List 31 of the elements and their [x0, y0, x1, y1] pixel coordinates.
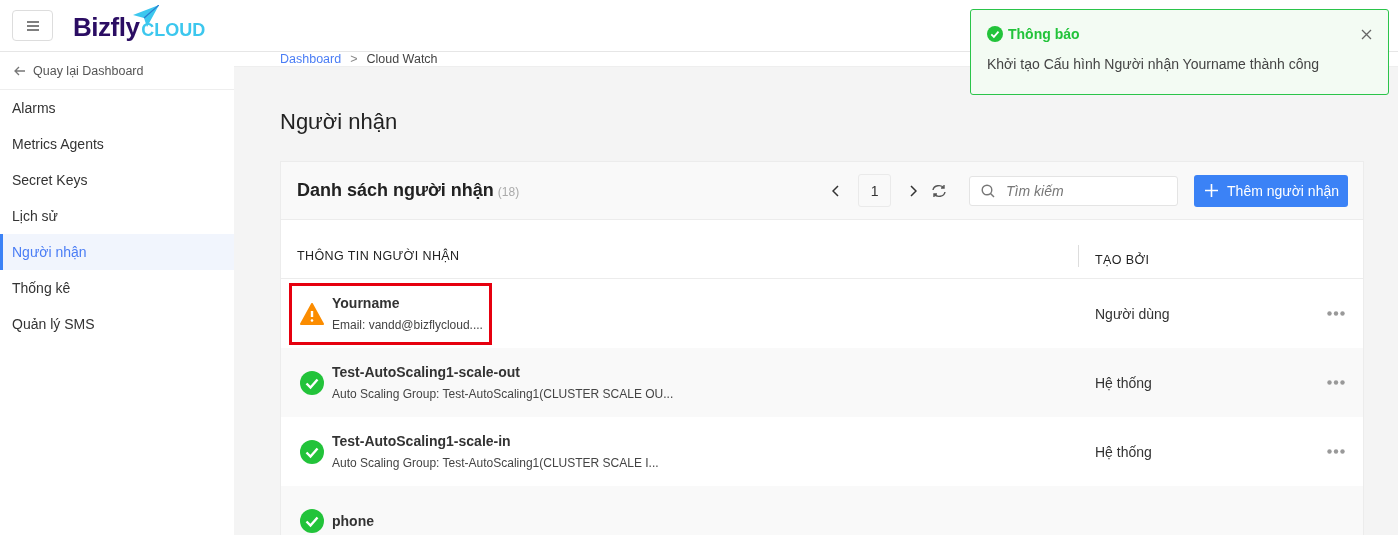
column-header: THÔNG TIN NGƯỜI NHẬN	[297, 247, 461, 263]
created-by-cell-text: Hệ thống	[1095, 443, 1153, 460]
recipient-name: Test-AutoScaling1-scale-in	[332, 433, 512, 449]
recipient-detail: Auto Scaling Group: Test-AutoScaling1(CLUSTER SCALE OU...	[332, 387, 674, 401]
count-label: (18)	[497, 185, 520, 199]
sidebar-item[interactable]: Quản lý SMS	[0, 306, 234, 342]
sidebar-item[interactable]: Lịch sử	[0, 198, 234, 234]
toast-message: Khởi tạo Cấu hình Người nhận Yourname thành công	[987, 56, 1321, 72]
sidebar-item[interactable]: Metrics Agents	[0, 126, 234, 162]
toast-title: Thông báo	[1008, 26, 1081, 42]
breadcrumb-link[interactable]: Dashboard	[280, 52, 342, 66]
created-by-cell-text: Hệ thống	[1095, 374, 1153, 391]
column-header: TẠO BỞI	[1078, 245, 1150, 267]
recipient-detail: Auto Scaling Group: Test-AutoScaling1(CLUSTER SCALE I...	[332, 456, 659, 470]
recipient-name: Yourname	[332, 295, 401, 311]
search-field[interactable]: Tìm kiếm	[969, 175, 1179, 206]
recipient-detail: Email: vandd@bizflycloud....	[332, 318, 483, 332]
logo: BizflyCLOUD	[73, 8, 206, 43]
recipient-name: Test-AutoScaling1-scale-out	[332, 364, 521, 380]
card-title: Danh sách người nhận	[297, 180, 494, 201]
sidebar-item[interactable]: Secret Keys	[0, 162, 234, 198]
sidebar-item[interactable]: Người nhận	[0, 234, 234, 270]
sidebar-item[interactable]: Thống kê	[0, 270, 234, 306]
created-by-cell-text: Người dùng	[1095, 305, 1171, 322]
add-recipient-button[interactable]: Thêm người nhận	[1194, 174, 1348, 207]
page-number[interactable]: 1	[858, 174, 892, 207]
recipient-name: phone	[332, 512, 374, 529]
breadcrumb-current: Cloud Watch	[366, 52, 438, 66]
sidebar-item[interactable]: Alarms	[0, 90, 234, 126]
page-title: Người nhận	[280, 109, 399, 135]
breadcrumb-separator: >	[350, 52, 358, 66]
